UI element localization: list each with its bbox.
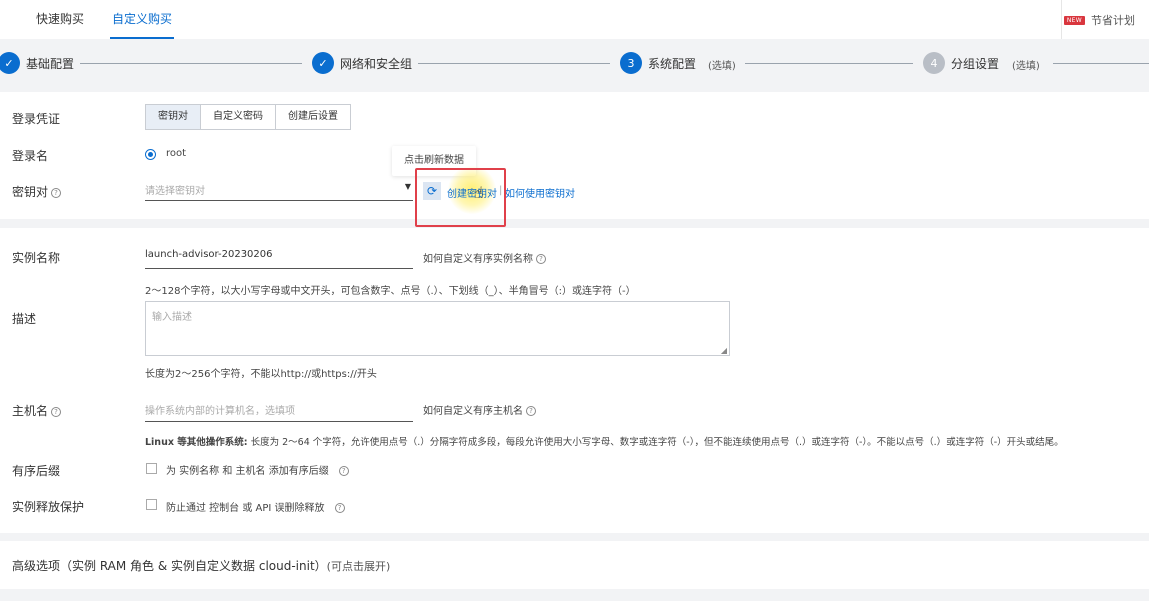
username-value: root (166, 148, 187, 159)
credential-segmented-control: 密钥对 自定义密码 创建后设置 (145, 104, 351, 130)
keypair-label: 密钥对? (12, 183, 62, 200)
hostname-hint-os: Linux 等其他操作系统: (145, 437, 248, 448)
option-custom-password[interactable]: 自定义密码 (200, 105, 275, 129)
advanced-options-header[interactable]: 高级选项（实例 RAM 角色 & 实例自定义数据 cloud-init）(可点击… (12, 557, 390, 574)
keypair-placeholder: 请选择密钥对 (145, 186, 205, 197)
instance-name-help-text: 如何自定义有序实例名称 (423, 254, 533, 265)
ordered-suffix-text: 为 实例名称 和 主机名 添加有序后缀? (166, 462, 349, 477)
tab-custom-buy[interactable]: 自定义购买 (110, 0, 175, 39)
savings-plan-link[interactable]: NEW 节省计划 (1063, 12, 1135, 28)
hostname-placeholder: 操作系统内部的计算机名，选填项 (145, 406, 295, 417)
caret-down-icon: ▼ (404, 182, 411, 191)
hostname-help[interactable]: 如何自定义有序主机名? (423, 402, 536, 417)
description-textarea[interactable]: 输入描述 ◢ (145, 301, 730, 356)
instance-name-input[interactable]: launch-advisor-20230206 (145, 249, 413, 269)
release-protection-label: 实例释放保护 (12, 500, 85, 514)
release-protection-text-value: 防止通过 控制台 或 API 误删除释放 (166, 503, 325, 514)
advanced-options-label: 高级选项（实例 RAM 角色 & 实例自定义数据 cloud-init） (12, 559, 327, 573)
instance-name-help[interactable]: 如何自定义有序实例名称? (423, 250, 546, 265)
root-radio[interactable] (145, 149, 156, 160)
tab-quick-buy[interactable]: 快速购买 (34, 0, 86, 39)
instance-name-label: 实例名称 (12, 251, 61, 265)
step-basic-config[interactable]: 基础配置 (26, 55, 74, 72)
resize-handle-icon[interactable]: ◢ (721, 346, 727, 355)
instance-name-hint: 2～128个字符，以大小写字母或中文开头，可包含数字、点号（.）、下划线（_）、… (145, 286, 636, 297)
step-connector (80, 63, 302, 64)
hostname-label-text: 主机名 (12, 404, 49, 418)
step-connector (418, 63, 610, 64)
step-connector (745, 63, 913, 64)
description-label: 描述 (12, 312, 37, 326)
keypair-label-text: 密钥对 (12, 185, 49, 199)
option-keypair[interactable]: 密钥对 (146, 105, 200, 129)
ordered-suffix-label: 有序后缀 (12, 464, 61, 478)
description-hint: 长度为2～256个字符，不能以http://或https://开头 (145, 369, 377, 380)
release-protection-text: 防止通过 控制台 或 API 误删除释放? (166, 499, 345, 514)
step-number-3: 3 (620, 52, 642, 74)
step-network-security[interactable]: 网络和安全组 (340, 55, 412, 72)
help-icon[interactable]: ? (338, 466, 349, 476)
new-badge: NEW (1063, 15, 1085, 25)
description-placeholder: 输入描述 (152, 312, 192, 323)
help-icon[interactable]: ? (51, 407, 62, 417)
annotation-highlight-box (415, 168, 506, 227)
step-optional-tag: (选填) (708, 61, 736, 72)
help-icon[interactable]: ? (51, 188, 62, 198)
release-protection-checkbox[interactable] (146, 499, 157, 510)
keypair-select[interactable]: 请选择密钥对 ▼ (145, 182, 413, 201)
hostname-label: 主机名? (12, 402, 62, 419)
ordered-suffix-text-value: 为 实例名称 和 主机名 添加有序后缀 (166, 466, 329, 477)
step-number-4: 4 (923, 52, 945, 74)
help-icon[interactable]: ? (334, 503, 345, 513)
help-icon[interactable]: ? (536, 254, 546, 264)
hostname-input[interactable]: 操作系统内部的计算机名，选填项 (145, 402, 413, 422)
help-icon[interactable]: ? (526, 406, 536, 416)
how-to-keypair-link[interactable]: 如何使用密钥对 (505, 185, 575, 200)
ordered-suffix-checkbox[interactable] (146, 463, 157, 474)
check-icon: ✓ (0, 52, 20, 74)
check-icon: ✓ (312, 52, 334, 74)
instance-panel (0, 228, 1149, 533)
step-group-settings[interactable]: 分组设置 (951, 55, 999, 72)
advanced-options-hint: (可点击展开) (326, 560, 391, 573)
divider (1061, 0, 1062, 39)
hand-cursor-icon: ☝ (474, 183, 484, 202)
hostname-hint: Linux 等其他操作系统: 长度为 2～64 个字符，允许使用点号（.）分隔字… (145, 434, 1064, 448)
hostname-hint-text: 长度为 2～64 个字符，允许使用点号（.）分隔字符成多段，每段允许使用大小写字… (247, 437, 1064, 448)
hostname-help-text: 如何自定义有序主机名 (423, 406, 523, 417)
credential-label: 登录凭证 (12, 112, 61, 126)
username-label: 登录名 (12, 149, 49, 163)
step-progress-bar: ✓ 基础配置 ✓ 网络和安全组 3 系统配置 (选填) 4 分组设置 (选填) (0, 39, 1149, 87)
option-set-later[interactable]: 创建后设置 (275, 105, 350, 129)
step-connector (1053, 63, 1149, 64)
step-optional-tag: (选填) (1012, 61, 1040, 72)
instance-name-value: launch-advisor-20230206 (145, 249, 273, 260)
step-system-config[interactable]: 系统配置 (648, 55, 696, 72)
savings-plan-label: 节省计划 (1091, 14, 1135, 27)
